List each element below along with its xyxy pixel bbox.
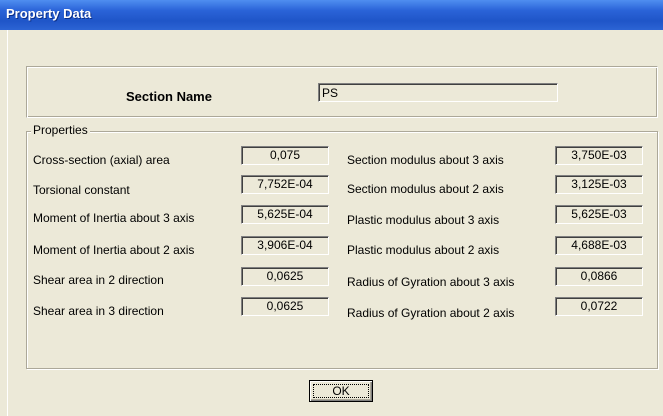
radius-gyration-2-value: 0,0722 (555, 297, 643, 316)
moment-inertia-3-label: Moment of Inertia about 3 axis (33, 211, 195, 225)
ok-button[interactable]: OK (309, 380, 373, 402)
shear-area-3-value: 0,0625 (241, 297, 329, 316)
section-modulus-2-label: Section modulus about 2 axis (347, 182, 504, 196)
plastic-modulus-3-label: Plastic modulus about 3 axis (347, 213, 500, 227)
section-name-label: Section Name (126, 89, 212, 104)
title-bar[interactable]: Property Data (0, 0, 663, 30)
radius-gyration-2-label: Radius of Gyration about 2 axis (347, 306, 515, 320)
moment-inertia-3-value: 5,625E-04 (241, 205, 329, 224)
properties-legend: Properties (31, 123, 90, 137)
cross-section-area-label: Cross-section (axial) area (33, 153, 170, 167)
shear-area-3-label: Shear area in 3 direction (33, 304, 164, 318)
section-modulus-3-label: Section modulus about 3 axis (347, 153, 504, 167)
plastic-modulus-3-value: 5,625E-03 (555, 205, 643, 224)
torsional-constant-value: 7,752E-04 (241, 175, 329, 194)
section-modulus-3-value: 3,750E-03 (555, 146, 643, 165)
plastic-modulus-2-value: 4,688E-03 (555, 236, 643, 255)
shear-area-2-label: Shear area in 2 direction (33, 273, 164, 287)
moment-inertia-2-value: 3,906E-04 (241, 236, 329, 255)
section-modulus-2-value: 3,125E-03 (555, 175, 643, 194)
radius-gyration-3-label: Radius of Gyration about 3 axis (347, 275, 515, 289)
moment-inertia-2-label: Moment of Inertia about 2 axis (33, 243, 195, 257)
focus-rect (313, 384, 369, 398)
torsional-constant-label: Torsional constant (33, 183, 130, 197)
window-title: Property Data (6, 6, 92, 21)
plastic-modulus-2-label: Plastic modulus about 2 axis (347, 243, 500, 257)
section-name-field: PS (318, 83, 558, 102)
shear-area-2-value: 0,0625 (241, 267, 329, 286)
cross-section-area-value: 0,075 (241, 146, 329, 165)
radius-gyration-3-value: 0,0866 (555, 267, 643, 286)
